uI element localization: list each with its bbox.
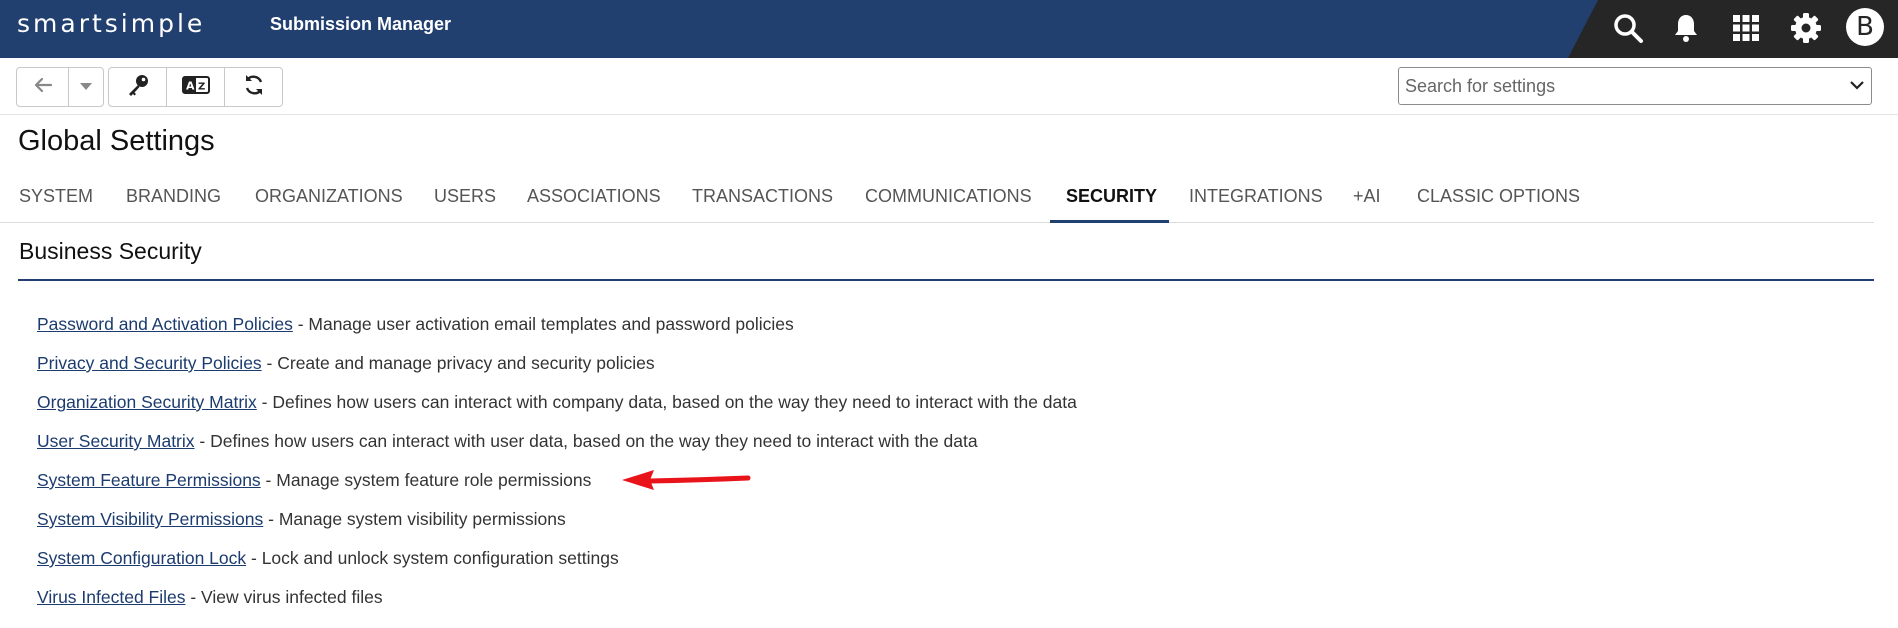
tab-ai[interactable]: +AI — [1353, 186, 1381, 207]
tab-system[interactable]: SYSTEM — [19, 186, 93, 207]
privacy-security-policies-link[interactable]: Privacy and Security Policies — [37, 353, 262, 373]
user-security-matrix-link[interactable]: User Security Matrix — [37, 431, 195, 451]
permissions-button[interactable] — [109, 68, 167, 106]
language-button[interactable]: AZ — [167, 68, 225, 106]
settings-tabs: SYSTEM BRANDING ORGANIZATIONS USERS ASSO… — [0, 178, 1874, 223]
key-icon — [126, 73, 150, 102]
list-item: Privacy and Security Policies - Create a… — [37, 351, 1077, 390]
tab-classic-options[interactable]: CLASSIC OPTIONS — [1417, 186, 1580, 207]
list-item: System Configuration Lock - Lock and unl… — [37, 546, 1077, 585]
red-arrow-annotation — [620, 468, 752, 497]
language-icon: AZ — [181, 75, 210, 99]
list-item: Password and Activation Policies - Manag… — [37, 312, 1077, 351]
history-dropdown-button[interactable] — [69, 68, 103, 106]
settings-search-select[interactable]: Search for settings — [1398, 67, 1872, 105]
dropdown-caret-icon — [79, 78, 93, 96]
active-tab-indicator — [1050, 220, 1169, 223]
list-item: Virus Infected Files - View virus infect… — [37, 585, 1077, 624]
back-arrow-icon — [33, 77, 53, 98]
tab-branding[interactable]: BRANDING — [126, 186, 221, 207]
tab-transactions[interactable]: TRANSACTIONS — [692, 186, 833, 207]
tab-organizations[interactable]: ORGANIZATIONS — [255, 186, 403, 207]
top-header: smartsimple Submission Manager B — [0, 0, 1898, 58]
refresh-button[interactable] — [225, 68, 282, 106]
avatar[interactable]: B — [1846, 8, 1884, 46]
navigation-button-group — [16, 67, 104, 107]
section-title: Business Security — [19, 238, 202, 264]
system-feature-permissions-link[interactable]: System Feature Permissions — [37, 470, 261, 490]
tab-integrations[interactable]: INTEGRATIONS — [1189, 186, 1323, 207]
chevron-down-icon — [1849, 78, 1865, 96]
apps-grid-icon[interactable] — [1728, 10, 1764, 46]
list-item: Organization Security Matrix - Defines h… — [37, 390, 1077, 429]
item-description: - Manage system feature role permissions — [260, 470, 592, 490]
logo[interactable]: smartsimple — [17, 9, 205, 38]
system-visibility-permissions-link[interactable]: System Visibility Permissions — [37, 509, 263, 529]
section-divider — [18, 279, 1874, 281]
svg-text:Z: Z — [198, 81, 205, 92]
item-description: - Lock and unlock system configuration s… — [246, 548, 619, 568]
gear-icon[interactable] — [1788, 10, 1824, 46]
svg-text:A: A — [186, 79, 195, 92]
list-item: System Visibility Permissions - Manage s… — [37, 507, 1077, 546]
toolbar: AZ Search for settings — [0, 58, 1898, 115]
app-title[interactable]: Submission Manager — [270, 14, 451, 35]
list-item: User Security Matrix - Defines how users… — [37, 429, 1077, 468]
item-description: - Defines how users can interact with co… — [256, 392, 1077, 412]
page-title: Global Settings — [18, 125, 215, 157]
settings-list: Password and Activation Policies - Manag… — [37, 312, 1077, 624]
back-button[interactable] — [17, 68, 69, 106]
organization-security-matrix-link[interactable]: Organization Security Matrix — [37, 392, 257, 412]
item-description: - View virus infected files — [185, 587, 383, 607]
action-button-group: AZ — [108, 67, 283, 107]
tab-users[interactable]: USERS — [434, 186, 496, 207]
search-icon[interactable] — [1610, 10, 1646, 46]
tab-security[interactable]: SECURITY — [1066, 186, 1157, 207]
search-placeholder: Search for settings — [1405, 76, 1556, 96]
virus-infected-files-link[interactable]: Virus Infected Files — [37, 587, 186, 607]
item-description: - Create and manage privacy and security… — [261, 353, 655, 373]
tab-communications[interactable]: COMMUNICATIONS — [865, 186, 1032, 207]
password-activation-policies-link[interactable]: Password and Activation Policies — [37, 314, 293, 334]
item-description: - Manage user activation email templates… — [292, 314, 794, 334]
tab-associations[interactable]: ASSOCIATIONS — [527, 186, 661, 207]
item-description: - Defines how users can interact with us… — [194, 431, 978, 451]
item-description: - Manage system visibility permissions — [263, 509, 566, 529]
list-item: System Feature Permissions - Manage syst… — [37, 468, 1077, 507]
refresh-icon — [243, 74, 265, 101]
bell-icon[interactable] — [1668, 10, 1704, 46]
system-configuration-lock-link[interactable]: System Configuration Lock — [37, 548, 246, 568]
